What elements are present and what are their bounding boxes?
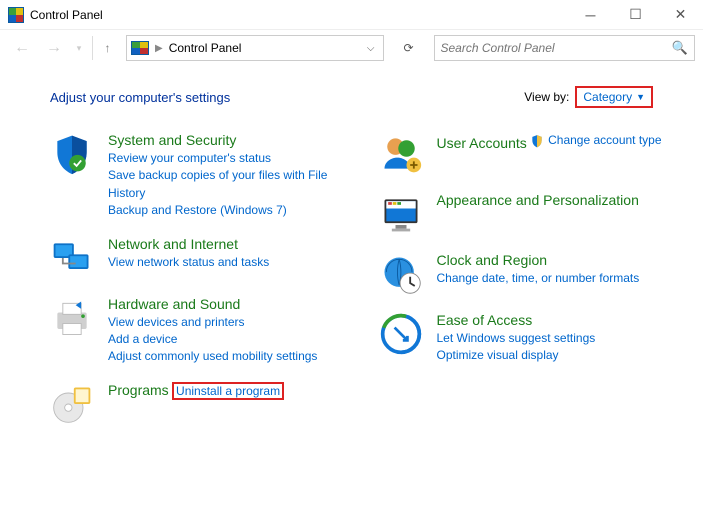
category-title[interactable]: Hardware and Sound [108,296,240,312]
nav-bar: ← → ▾ ↑ ▶ Control Panel ⌵ ⟳ 🔍 [0,30,703,66]
category-link[interactable]: Let Windows suggest settings [437,330,684,347]
programs-icon [50,382,94,426]
category-columns: System and Security Review your computer… [50,132,683,442]
category-title[interactable]: Ease of Access [437,312,533,328]
category-ease-of-access: Ease of Access Let Windows suggest setti… [379,312,684,365]
category-link[interactable]: Save backup copies of your files with Fi… [108,167,355,202]
window-controls: ─ ☐ ✕ [568,0,703,30]
chevron-down-icon: ▼ [636,92,645,102]
category-appearance: Appearance and Personalization [379,192,684,236]
search-input[interactable] [441,41,672,55]
category-title[interactable]: Programs [108,382,169,398]
address-cp-icon [131,41,149,55]
network-icon [50,236,94,280]
view-by-dropdown[interactable]: Category ▼ [579,88,649,106]
forward-button[interactable]: → [40,34,68,62]
category-title[interactable]: Clock and Region [437,252,548,268]
category-user-accounts: User Accounts Change account type [379,132,684,176]
address-location: Control Panel [169,41,242,55]
category-hardware: Hardware and Sound View devices and prin… [50,296,355,366]
title-bar: Control Panel ─ ☐ ✕ [0,0,703,30]
ease-access-icon [379,312,423,356]
shield-icon [50,132,94,176]
monitor-icon [379,192,423,236]
category-title[interactable]: User Accounts [437,135,527,151]
uninstall-highlight: Uninstall a program [172,382,284,400]
maximize-button[interactable]: ☐ [613,0,658,30]
category-link[interactable]: Change date, time, or number formats [437,270,684,287]
category-link[interactable]: View devices and printers [108,314,355,331]
refresh-button[interactable]: ⟳ [394,35,424,61]
content-header: Adjust your computer's settings View by:… [50,86,683,108]
category-programs: Programs Uninstall a program [50,382,355,426]
category-link[interactable]: Adjust commonly used mobility settings [108,348,355,365]
category-link[interactable]: Backup and Restore (Windows 7) [108,202,355,219]
category-system-security: System and Security Review your computer… [50,132,355,220]
clock-globe-icon [379,252,423,296]
link-uninstall-program[interactable]: Uninstall a program [176,383,280,400]
address-dropdown[interactable]: ⌵ [363,43,379,54]
page-heading: Adjust your computer's settings [50,90,230,105]
category-link[interactable]: Add a device [108,331,355,348]
view-by-label: View by: [524,90,569,104]
search-icon[interactable]: 🔍 [672,40,688,56]
minimize-button[interactable]: ─ [568,0,613,30]
printer-icon [50,296,94,340]
category-network: Network and Internet View network status… [50,236,355,280]
content-area: Adjust your computer's settings View by:… [0,66,703,452]
category-col-right: User Accounts Change account type Appear… [379,132,684,442]
uac-shield-icon [530,134,544,148]
view-by-value: Category [583,90,632,104]
recent-dropdown[interactable]: ▾ [72,34,86,62]
view-by: View by: Category ▼ [524,86,653,108]
category-link[interactable]: Optimize visual display [437,347,684,364]
up-button[interactable]: ↑ [92,36,116,60]
window-title: Control Panel [30,8,103,22]
category-title[interactable]: Appearance and Personalization [437,192,639,208]
close-button[interactable]: ✕ [658,0,703,30]
title-bar-left: Control Panel [8,7,103,23]
category-title[interactable]: System and Security [108,132,236,148]
address-bar[interactable]: ▶ Control Panel ⌵ [126,35,384,61]
users-icon [379,132,423,176]
control-panel-icon [8,7,24,23]
search-box[interactable]: 🔍 [434,35,696,61]
category-title[interactable]: Network and Internet [108,236,238,252]
category-link[interactable]: Change account type [548,132,661,149]
back-button[interactable]: ← [8,34,36,62]
chevron-right-icon: ▶ [155,43,163,54]
category-clock-region: Clock and Region Change date, time, or n… [379,252,684,296]
category-link[interactable]: Review your computer's status [108,150,355,167]
category-col-left: System and Security Review your computer… [50,132,355,442]
view-by-highlight: Category ▼ [575,86,653,108]
category-link[interactable]: View network status and tasks [108,254,355,271]
